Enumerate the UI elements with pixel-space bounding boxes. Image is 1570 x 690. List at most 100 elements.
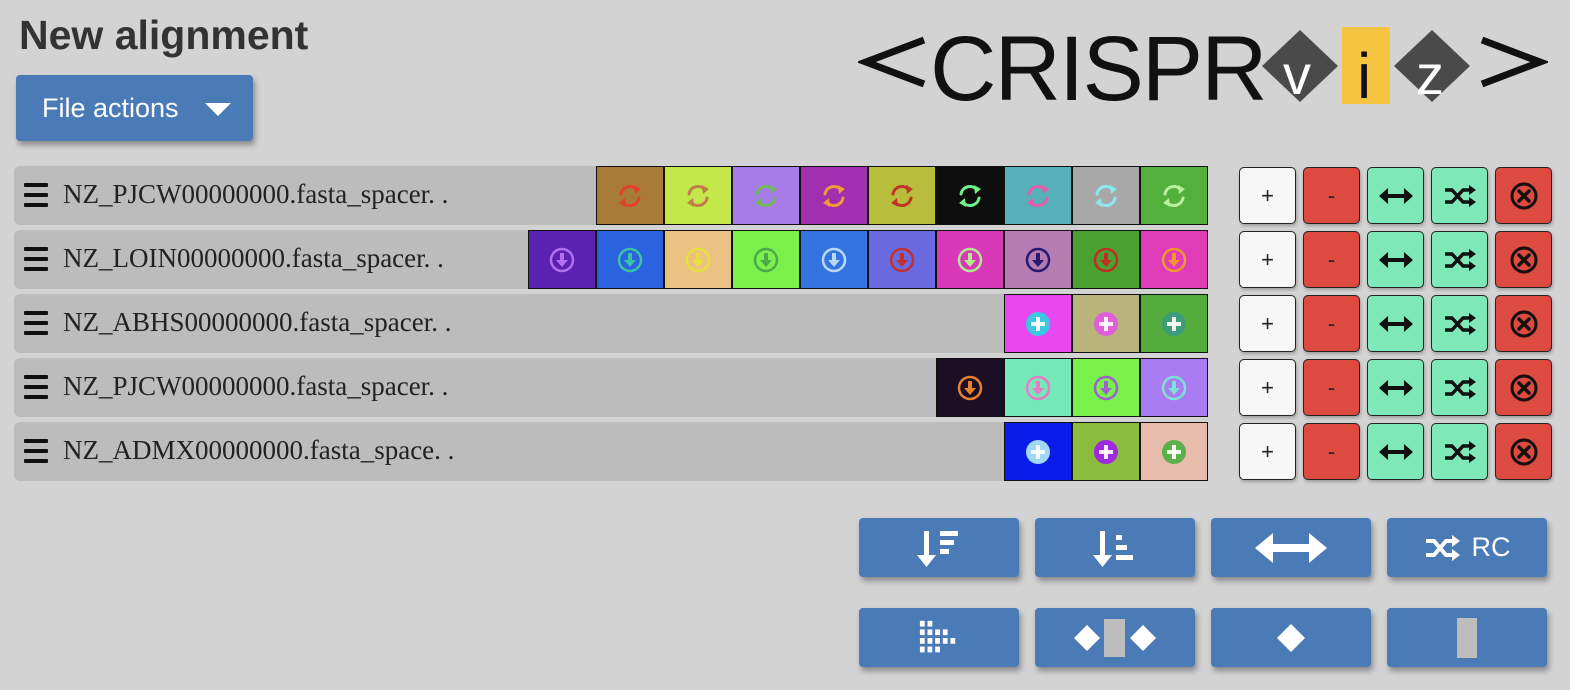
minus-label: - bbox=[1327, 246, 1336, 272]
plus-circle-icon bbox=[1092, 310, 1120, 338]
remove-spacer-button[interactable]: - bbox=[1303, 423, 1360, 480]
remove-spacer-button[interactable]: - bbox=[1303, 359, 1360, 416]
plus-circle-icon bbox=[1160, 310, 1188, 338]
alignment-row: NZ_ABHS00000000.fasta_spacer. . bbox=[14, 294, 1208, 353]
flip-row-button[interactable] bbox=[1367, 295, 1424, 352]
flip-row-button[interactable] bbox=[1367, 423, 1424, 480]
row-label: NZ_PJCW00000000.fasta_spacer. . bbox=[63, 371, 449, 401]
spacer-cell[interactable] bbox=[800, 166, 868, 225]
add-spacer-button[interactable]: + bbox=[1239, 359, 1296, 416]
spacer-cell[interactable] bbox=[868, 230, 936, 289]
add-spacer-button[interactable]: + bbox=[1239, 423, 1296, 480]
delete-row-button[interactable] bbox=[1495, 231, 1552, 288]
spacer-cell[interactable] bbox=[1140, 422, 1208, 481]
row-label: NZ_PJCW00000000.fasta_spacer. . bbox=[63, 179, 449, 209]
spacer-cell[interactable] bbox=[596, 230, 664, 289]
sync-icon bbox=[1092, 182, 1120, 210]
add-spacer-button[interactable]: + bbox=[1239, 295, 1296, 352]
spacer-cell[interactable] bbox=[1072, 294, 1140, 353]
spacer-cell[interactable] bbox=[1140, 358, 1208, 417]
spacer-cell[interactable] bbox=[664, 230, 732, 289]
add-spacer-button[interactable]: + bbox=[1239, 231, 1296, 288]
add-spacer-button[interactable]: + bbox=[1239, 167, 1296, 224]
spacer-cell[interactable] bbox=[1072, 422, 1140, 481]
bar-icon bbox=[1457, 617, 1477, 658]
spacer-cell[interactable] bbox=[1004, 230, 1072, 289]
shuffle-icon bbox=[1443, 245, 1477, 275]
spacer-cell[interactable] bbox=[1004, 166, 1072, 225]
reverse-complement-row-button[interactable] bbox=[1431, 423, 1488, 480]
drag-handle-icon[interactable] bbox=[24, 375, 48, 399]
remove-spacer-button[interactable]: - bbox=[1303, 167, 1360, 224]
reverse-complement-row-button[interactable] bbox=[1431, 167, 1488, 224]
svg-text:CRISPR: CRISPR bbox=[930, 18, 1266, 112]
shuffle-icon bbox=[1425, 534, 1460, 561]
spacer-cell[interactable] bbox=[1004, 294, 1072, 353]
spacer-cell[interactable] bbox=[732, 230, 800, 289]
spacer-cell[interactable] bbox=[1072, 166, 1140, 225]
caret-down-icon bbox=[205, 103, 231, 116]
spacer-cell[interactable] bbox=[936, 230, 1004, 289]
svg-text:v: v bbox=[1283, 43, 1311, 106]
spacer-cell[interactable] bbox=[1004, 422, 1072, 481]
staggered-grid-icon bbox=[919, 620, 956, 652]
delete-row-button[interactable] bbox=[1495, 359, 1552, 416]
spacer-cell[interactable] bbox=[1140, 230, 1208, 289]
plus-circle-icon bbox=[1024, 310, 1052, 338]
close-circle-icon bbox=[1507, 245, 1541, 275]
drag-handle-icon[interactable] bbox=[24, 247, 48, 271]
reverse-complement-row-button[interactable] bbox=[1431, 359, 1488, 416]
shuffle-icon bbox=[1443, 309, 1477, 339]
delete-row-button[interactable] bbox=[1495, 167, 1552, 224]
arrows-horizontal-icon bbox=[1378, 373, 1413, 403]
delete-row-button[interactable] bbox=[1495, 423, 1552, 480]
spacer-cell[interactable] bbox=[1140, 294, 1208, 353]
sort-descending-button[interactable] bbox=[859, 518, 1019, 577]
arrow-down-circle-icon bbox=[1092, 374, 1120, 402]
close-circle-icon bbox=[1507, 437, 1541, 467]
sort-ascending-button[interactable] bbox=[1035, 518, 1195, 577]
flip-row-button[interactable] bbox=[1367, 167, 1424, 224]
remove-spacer-button[interactable]: - bbox=[1303, 295, 1360, 352]
flip-row-button[interactable] bbox=[1367, 359, 1424, 416]
delete-row-button[interactable] bbox=[1495, 295, 1552, 352]
spacer-cell[interactable] bbox=[1004, 358, 1072, 417]
plus-label: + bbox=[1261, 438, 1274, 464]
spacer-cell[interactable] bbox=[528, 230, 596, 289]
spacer-cell[interactable] bbox=[1072, 358, 1140, 417]
spacer-cell[interactable] bbox=[936, 166, 1004, 225]
minus-label: - bbox=[1327, 310, 1336, 336]
reverse-complement-row-button[interactable] bbox=[1431, 231, 1488, 288]
arrow-down-circle-icon bbox=[956, 246, 984, 274]
file-actions-button[interactable]: File actions bbox=[16, 75, 253, 141]
drag-handle-icon[interactable] bbox=[24, 183, 48, 207]
spacer-cell[interactable] bbox=[936, 358, 1004, 417]
reverse-complement-row-button[interactable] bbox=[1431, 295, 1488, 352]
spacer-cell[interactable] bbox=[732, 166, 800, 225]
alignment-row: NZ_PJCW00000000.fasta_spacer. . bbox=[14, 358, 1208, 417]
plus-label: + bbox=[1261, 310, 1274, 336]
flip-all-button[interactable] bbox=[1211, 518, 1371, 577]
spacer-cell[interactable] bbox=[1140, 166, 1208, 225]
reverse-complement-label: RC bbox=[1471, 532, 1511, 562]
collapse-spacers-button[interactable] bbox=[1035, 608, 1195, 667]
drag-handle-icon[interactable] bbox=[24, 311, 48, 335]
drag-handle-icon[interactable] bbox=[24, 439, 48, 463]
sync-icon bbox=[684, 182, 712, 210]
arrows-horizontal-icon bbox=[1378, 437, 1413, 467]
flip-row-button[interactable] bbox=[1367, 231, 1424, 288]
spacer-cell[interactable] bbox=[1072, 230, 1140, 289]
reverse-complement-button[interactable]: RC bbox=[1387, 518, 1547, 577]
bar-view-button[interactable] bbox=[1387, 608, 1547, 667]
spacer-cell[interactable] bbox=[800, 230, 868, 289]
arrows-horizontal-icon bbox=[1378, 181, 1413, 211]
arrow-down-circle-icon bbox=[1024, 374, 1052, 402]
row-label: NZ_ABHS00000000.fasta_spacer. . bbox=[63, 307, 452, 337]
spacer-cell[interactable] bbox=[596, 166, 664, 225]
diamond-view-button[interactable] bbox=[1211, 608, 1371, 667]
crisprviz-logo: CRISPR v i z bbox=[858, 18, 1548, 112]
spacer-cell[interactable] bbox=[868, 166, 936, 225]
grid-view-button[interactable] bbox=[859, 608, 1019, 667]
remove-spacer-button[interactable]: - bbox=[1303, 231, 1360, 288]
spacer-cell[interactable] bbox=[664, 166, 732, 225]
